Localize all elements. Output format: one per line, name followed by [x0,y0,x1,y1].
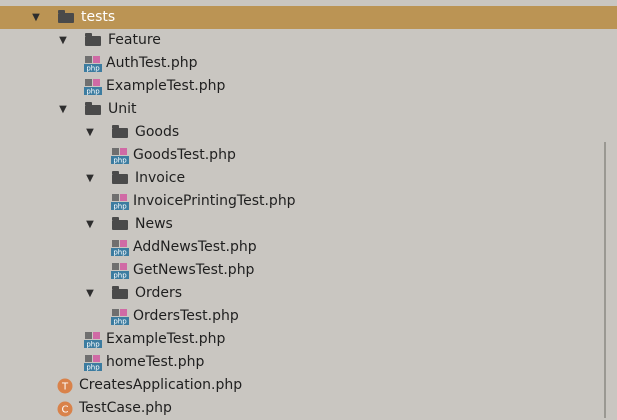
svg-text:php: php [113,317,127,325]
tree-folder-row[interactable]: ▼ Orders [0,282,617,305]
tree-item-label: News [135,216,173,232]
trait-icon: T [57,378,73,394]
tree-folder-row[interactable]: ▼ Invoice [0,167,617,190]
vertical-scrollbar[interactable] [604,142,606,418]
tree-item-label: AddNewsTest.php [133,239,257,255]
tree-folder-row[interactable]: ▼ tests [0,6,617,29]
svg-text:php: php [113,271,127,279]
php-file-icon: php [111,263,129,279]
tree-item-label: Unit [108,101,137,117]
svg-text:php: php [113,248,127,256]
tree-file-row[interactable]: php AuthTest.php [0,52,617,75]
tree-item-label: tests [81,9,116,25]
tree-file-row[interactable]: php AddNewsTest.php [0,236,617,259]
tree-item-label: OrdersTest.php [133,308,239,324]
tree-item-label: ExampleTest.php [106,331,226,347]
expand-arrow-icon[interactable]: ▼ [84,167,96,190]
folder-icon [112,125,128,138]
svg-text:php: php [86,340,100,348]
svg-text:php: php [113,156,127,164]
expand-arrow-icon[interactable]: ▼ [84,213,96,236]
tree-item-label: Goods [135,124,180,140]
tree-item-label: Invoice [135,170,186,186]
tree-item-label: TestCase.php [79,400,172,416]
tree-item-label: CreatesApplication.php [79,377,243,393]
tree-file-row[interactable]: php InvoicePrintingTest.php [0,190,617,213]
tree-item-label: GoodsTest.php [133,147,236,163]
tree-file-row[interactable]: php OrdersTest.php [0,305,617,328]
svg-text:php: php [86,87,100,95]
svg-text:php: php [86,363,100,371]
expand-arrow-icon[interactable]: ▼ [57,98,69,121]
php-file-icon: php [111,240,129,256]
expand-arrow-icon[interactable]: ▼ [57,29,69,52]
folder-icon [58,10,74,23]
svg-text:php: php [113,202,127,210]
tree-item-label: Feature [108,32,161,48]
tree-item-label: InvoicePrintingTest.php [133,193,296,209]
folder-icon [85,102,101,115]
svg-text:php: php [86,64,100,72]
tree-file-row[interactable]: T CreatesApplication.php [0,374,617,397]
folder-icon [112,286,128,299]
project-tree: ▼ tests ▼ Feature php AuthTest.php php ExampleT… [0,0,617,418]
php-file-icon: php [84,56,102,72]
expand-arrow-icon[interactable]: ▼ [84,282,96,305]
tree-folder-row[interactable]: ▼ Unit [0,98,617,121]
tree-item-label: Orders [135,285,183,301]
expand-arrow-icon[interactable]: ▼ [30,6,42,29]
tree-file-row[interactable]: php homeTest.php [0,351,617,374]
tree-item-label: homeTest.php [106,354,205,370]
tree-item-label: AuthTest.php [106,55,198,71]
tree-folder-row[interactable]: ▼ Feature [0,29,617,52]
tree-item-label: ExampleTest.php [106,78,226,94]
svg-text:T: T [61,382,69,393]
tree-folder-row[interactable]: ▼ Goods [0,121,617,144]
php-file-icon: php [84,332,102,348]
php-file-icon: php [84,79,102,95]
tree-folder-row[interactable]: ▼ News [0,213,617,236]
tree-file-row[interactable]: php GoodsTest.php [0,144,617,167]
class-icon: C [57,401,73,417]
php-file-icon: php [111,148,129,164]
tree-item-label: GetNewsTest.php [133,262,255,278]
svg-text:C: C [62,405,69,416]
folder-icon [112,171,128,184]
tree-file-row[interactable]: C TestCase.php [0,397,617,420]
php-file-icon: php [111,309,129,325]
tree-file-row[interactable]: php ExampleTest.php [0,328,617,351]
php-file-icon: php [84,355,102,371]
folder-icon [85,33,101,46]
folder-icon [112,217,128,230]
expand-arrow-icon[interactable]: ▼ [84,121,96,144]
tree-file-row[interactable]: php GetNewsTest.php [0,259,617,282]
php-file-icon: php [111,194,129,210]
tree-file-row[interactable]: php ExampleTest.php [0,75,617,98]
